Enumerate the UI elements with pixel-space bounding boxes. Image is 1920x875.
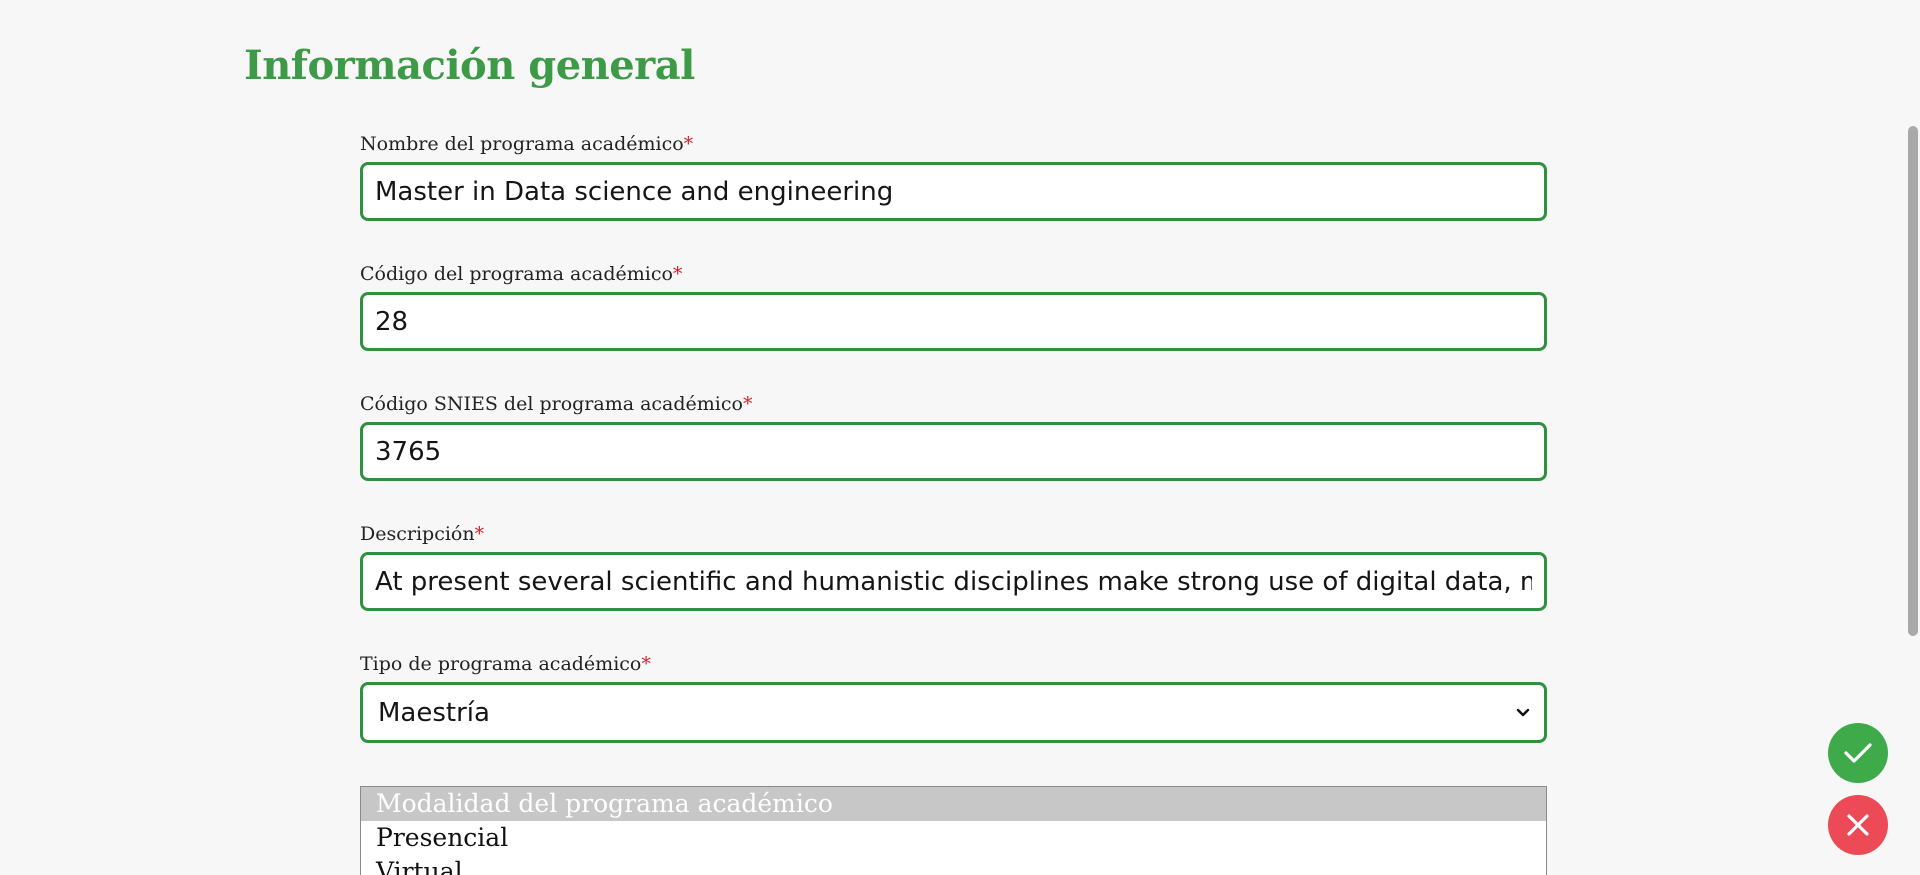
program-type-label-text: Tipo de programa académico	[360, 653, 642, 675]
program-type-selected-value: Maestría	[378, 697, 490, 728]
description-input[interactable]: At present several scientific and humani…	[360, 552, 1547, 611]
program-type-label: Tipo de programa académico*	[360, 652, 651, 676]
scrollbar-thumb[interactable]	[1908, 126, 1918, 636]
program-name-label: Nombre del programa académico*	[360, 132, 693, 156]
snies-code-input[interactable]: 3765	[360, 422, 1547, 481]
program-type-select[interactable]: Maestría	[360, 682, 1547, 743]
program-name-label-text: Nombre del programa académico	[360, 133, 684, 155]
cancel-button[interactable]	[1828, 795, 1888, 855]
check-icon	[1844, 743, 1872, 763]
page-scrollbar[interactable]	[1905, 0, 1920, 875]
program-code-input[interactable]: 28	[360, 292, 1547, 351]
required-marker: *	[742, 393, 753, 415]
required-marker: *	[474, 523, 485, 545]
program-code-label: Código del programa académico*	[360, 262, 682, 286]
snies-code-value: 3765	[375, 436, 442, 467]
modality-option-presencial[interactable]: Presencial	[361, 821, 1546, 855]
description-label-text: Descripción	[360, 523, 475, 545]
description-label: Descripción*	[360, 522, 484, 546]
modality-option-virtual[interactable]: Virtual	[361, 855, 1546, 875]
required-marker: *	[641, 653, 651, 675]
program-code-value: 28	[375, 306, 409, 337]
modality-listbox[interactable]: Modalidad del programa académico Presenc…	[360, 786, 1547, 875]
program-name-value: Master in Data science and engineering	[375, 176, 894, 207]
snies-code-label: Código SNIES del programa académico*	[360, 392, 752, 416]
description-value: At present several scientific and humani…	[375, 566, 1532, 597]
confirm-button[interactable]	[1828, 723, 1888, 783]
required-marker: *	[672, 263, 683, 285]
program-name-input[interactable]: Master in Data science and engineering	[360, 162, 1547, 221]
required-marker: *	[683, 133, 694, 155]
snies-code-label-text: Código SNIES del programa académico	[360, 393, 743, 415]
chevron-down-icon	[1516, 706, 1530, 720]
program-code-label-text: Código del programa académico	[360, 263, 673, 285]
close-icon	[1847, 814, 1869, 836]
page-title: Información general	[244, 42, 695, 89]
modality-placeholder-option[interactable]: Modalidad del programa académico	[361, 787, 1546, 821]
